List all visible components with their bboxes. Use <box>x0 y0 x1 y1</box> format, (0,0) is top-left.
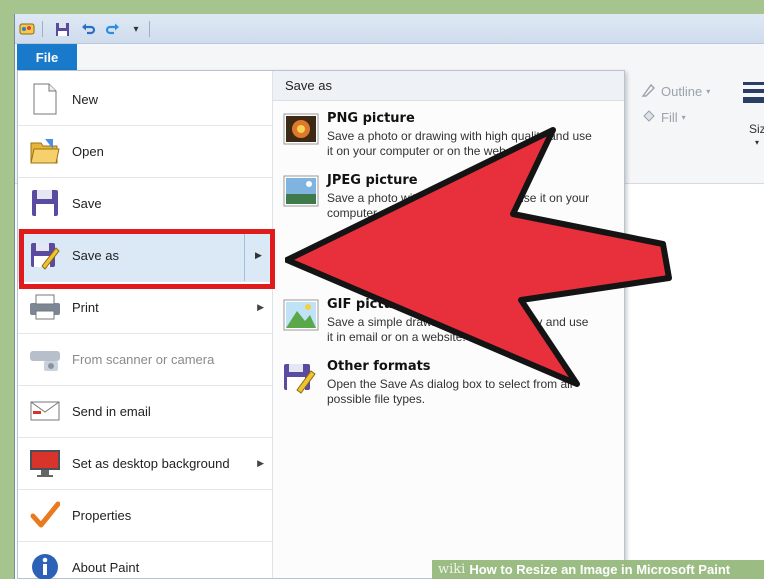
menu-item-label: From scanner or camera <box>72 351 215 367</box>
menu-item-new[interactable]: New <box>18 73 272 125</box>
save-as-icon <box>28 238 62 272</box>
wikihow-watermark: wiki How to Resize an Image in Microsoft… <box>432 560 764 579</box>
menu-item-label: Open <box>72 143 104 159</box>
undo-icon[interactable] <box>79 20 97 38</box>
save-as-header: Save as <box>273 71 624 101</box>
customize-dropdown-icon[interactable]: ▾ <box>129 20 143 38</box>
menu-item-label: New <box>72 91 99 107</box>
menu-item-label: Properties <box>72 507 132 523</box>
desktop-background-icon <box>28 446 62 480</box>
submenu-arrow-icon[interactable]: ▶ <box>244 229 272 281</box>
paint-window: ▾ Outline ▾ Fill ▾ Siz ▾ File New Open S… <box>14 14 764 579</box>
menu-item-save-as[interactable]: Save as ▶ <box>18 229 272 281</box>
watermark-brand: wiki <box>438 562 466 577</box>
open-folder-icon <box>28 134 62 168</box>
save-floppy-icon <box>28 186 62 220</box>
menu-item-properties[interactable]: Properties <box>18 489 272 541</box>
outline-icon <box>641 82 657 101</box>
redo-icon[interactable] <box>103 20 121 38</box>
menu-item-label: Save <box>72 195 102 211</box>
menu-item-save[interactable]: Save <box>18 177 272 229</box>
watermark-text: How to Resize an Image in Microsoft Pain… <box>469 562 731 577</box>
info-icon <box>28 550 62 579</box>
menu-item-label: Save as <box>72 247 119 263</box>
checkmark-icon <box>28 498 62 532</box>
menu-item-from-scanner[interactable]: From scanner or camera <box>18 333 272 385</box>
save-icon[interactable] <box>53 20 71 38</box>
menu-item-desktop-background[interactable]: Set as desktop background ▶ <box>18 437 272 489</box>
quick-access-toolbar: ▾ <box>15 14 764 44</box>
new-document-icon <box>28 82 62 116</box>
menu-item-label: Set as desktop background <box>72 455 230 471</box>
menu-item-label: Print <box>72 299 99 315</box>
submenu-arrow-icon: ▶ <box>257 301 264 312</box>
outline-label: Outline <box>661 84 703 99</box>
scanner-icon <box>28 342 62 376</box>
outline-dropdown[interactable]: Outline ▾ <box>641 82 710 101</box>
menu-item-label: About Paint <box>72 559 140 575</box>
size-label[interactable]: Siz <box>749 122 764 136</box>
size-lines-icon[interactable] <box>743 80 764 110</box>
paint-app-icon[interactable] <box>17 20 37 38</box>
menu-item-print[interactable]: Print ▶ <box>18 281 272 333</box>
menu-item-label: Send in email <box>72 403 151 419</box>
menu-item-send-email[interactable]: Send in email <box>18 385 272 437</box>
submenu-arrow-icon: ▶ <box>257 457 264 468</box>
red-arrow-annotation <box>285 127 672 387</box>
menu-item-about-paint[interactable]: About Paint <box>18 541 272 579</box>
email-icon <box>28 394 62 428</box>
file-menu-commands: New Open Save Save as ▶ Print ▶ From sca… <box>18 71 272 579</box>
file-tab[interactable]: File <box>17 44 77 70</box>
menu-item-open[interactable]: Open <box>18 125 272 177</box>
printer-icon <box>28 290 62 324</box>
